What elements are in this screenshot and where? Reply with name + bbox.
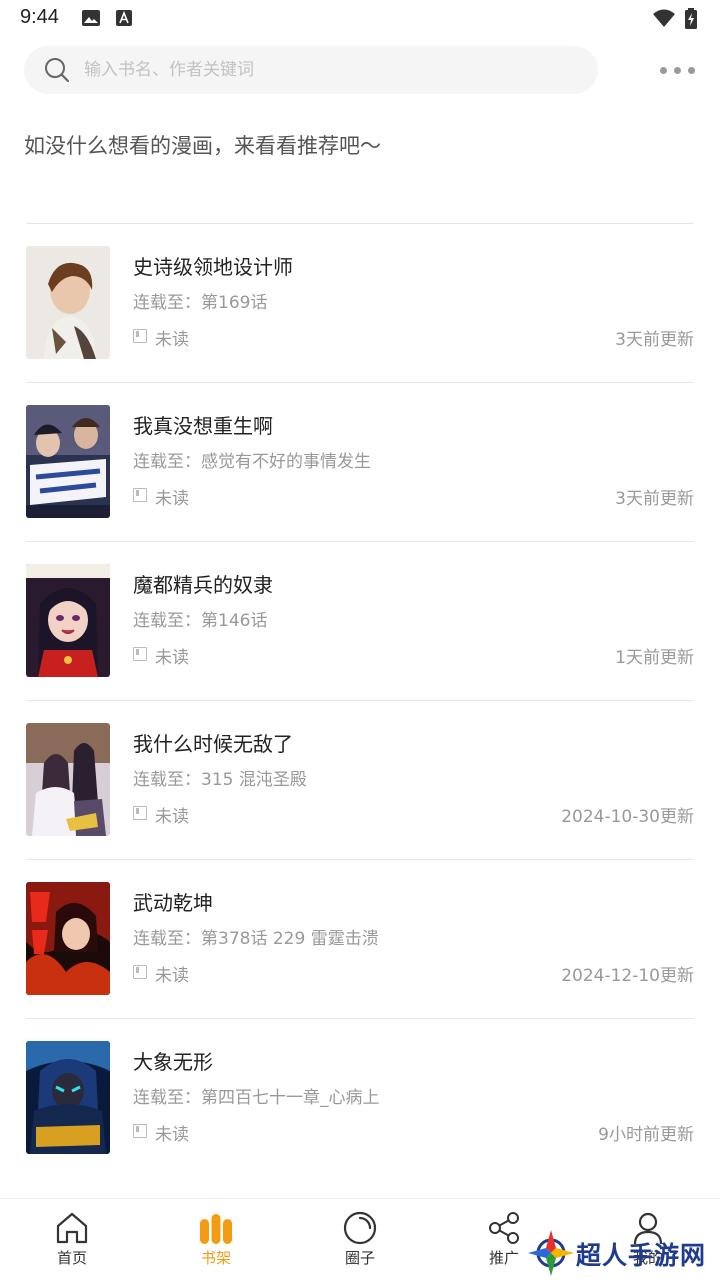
read-status: 未读 (155, 1125, 189, 1145)
book-item[interactable]: 大象无形 连载至：第四百七十一章_心病上 未读 9小时前更新 (26, 1019, 694, 1178)
more-dot-icon (660, 67, 667, 74)
nav-home[interactable]: 首页 (0, 1199, 144, 1280)
nav-label: 书架 (200, 1249, 231, 1267)
book-item[interactable]: 我什么时候无敌了 连载至：315 混沌圣殿 未读 2024-10-30更新 (26, 701, 694, 860)
status-time: 9:44 (20, 6, 59, 28)
nav-bookshelf[interactable]: 书架 (144, 1199, 288, 1280)
status-bar: 9:44 (0, 0, 720, 36)
bookshelf-icon (200, 1214, 232, 1244)
book-cover-image (26, 246, 110, 359)
book-title: 武动乾坤 (133, 891, 213, 915)
book-progress: 连载至：第四百七十一章_心病上 (133, 1088, 380, 1108)
book-title: 我什么时候无敌了 (133, 732, 293, 756)
bookmark-icon (133, 1124, 147, 1138)
book-cover-image (26, 723, 110, 836)
read-status: 未读 (155, 966, 189, 986)
recommend-link[interactable]: 如没什么想看的漫画，来看看推荐吧～ (24, 130, 381, 160)
read-status: 未读 (155, 489, 189, 509)
nav-label: 首页 (56, 1249, 87, 1267)
wifi-icon (653, 9, 675, 27)
book-item[interactable]: 魔都精兵的奴隶 连载至：第146话 未读 1天前更新 (26, 542, 694, 701)
update-time: 2024-12-10更新 (561, 966, 694, 986)
circle-icon (343, 1211, 377, 1245)
more-options-button[interactable] (652, 55, 702, 85)
book-progress: 连载至：315 混沌圣殿 (133, 770, 307, 790)
read-status: 未读 (155, 648, 189, 668)
book-progress: 连载至：第378话 229 雷霆击溃 (133, 929, 379, 949)
book-title: 魔都精兵的奴隶 (133, 573, 273, 597)
home-icon (56, 1212, 88, 1244)
app-notification-icon (116, 10, 132, 26)
nav-label: 圈子 (344, 1249, 375, 1267)
battery-icon (685, 8, 697, 29)
update-time: 2024-10-30更新 (561, 807, 694, 827)
update-time: 3天前更新 (615, 489, 694, 509)
read-status: 未读 (155, 807, 189, 827)
update-time: 1天前更新 (615, 648, 694, 668)
watermark-text: 超人手游网 (576, 1241, 707, 1270)
book-cover-image (26, 882, 110, 995)
book-title: 我真没想重生啊 (133, 414, 273, 438)
image-notification-icon (82, 10, 100, 26)
book-title: 大象无形 (133, 1050, 213, 1074)
book-progress: 连载至：第169话 (133, 293, 268, 313)
book-progress: 连载至：感觉有不好的事情发生 (133, 452, 371, 472)
more-dot-icon (674, 67, 681, 74)
watermark-logo-icon (528, 1230, 574, 1276)
book-title: 史诗级领地设计师 (133, 255, 293, 279)
bookmark-icon (133, 329, 147, 343)
search-input[interactable] (84, 46, 584, 94)
book-item[interactable]: 史诗级领地设计师 连载至：第169话 未读 3天前更新 (26, 224, 694, 383)
bookmark-icon (133, 806, 147, 820)
book-item[interactable]: 武动乾坤 连载至：第378话 229 雷霆击溃 未读 2024-12-10更新 (26, 860, 694, 1019)
bookmark-icon (133, 647, 147, 661)
book-cover-image (26, 1041, 110, 1154)
book-cover-image (26, 405, 110, 518)
search-icon (45, 58, 70, 83)
book-progress: 连载至：第146话 (133, 611, 268, 631)
book-cover-image (26, 564, 110, 677)
bookmark-icon (133, 488, 147, 502)
bookshelf-list: 史诗级领地设计师 连载至：第169话 未读 3天前更新 我真没想重生啊 连载至：… (26, 224, 694, 1178)
update-time: 9小时前更新 (598, 1125, 694, 1145)
watermark: 超人手游网 (524, 1228, 720, 1280)
read-status: 未读 (155, 330, 189, 350)
search-bar[interactable] (24, 46, 598, 94)
update-time: 3天前更新 (615, 330, 694, 350)
book-item[interactable]: 我真没想重生啊 连载至：感觉有不好的事情发生 未读 3天前更新 (26, 383, 694, 542)
share-icon (489, 1212, 519, 1244)
more-dot-icon (688, 67, 695, 74)
nav-circle[interactable]: 圈子 (288, 1199, 432, 1280)
bookmark-icon (133, 965, 147, 979)
